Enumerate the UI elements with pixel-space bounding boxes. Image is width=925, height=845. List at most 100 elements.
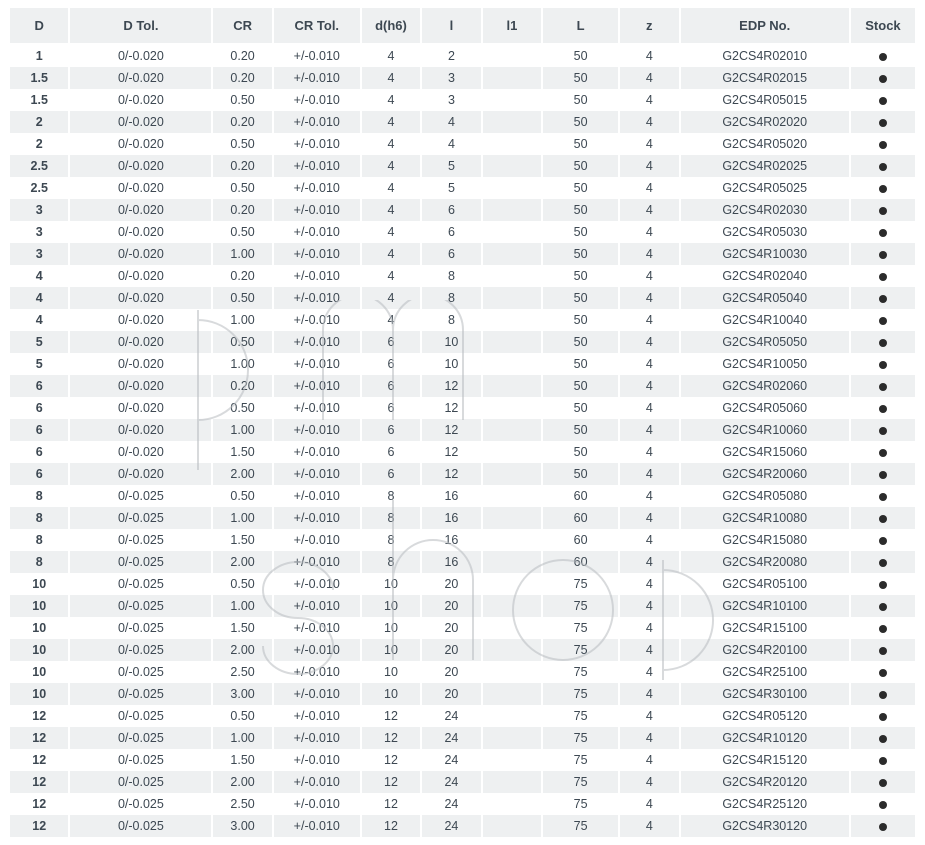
cell-CR: 0.50	[212, 331, 272, 353]
cell-CRTol: +/-0.010	[273, 67, 361, 89]
cell-CR: 1.50	[212, 749, 272, 771]
cell-EDP: G2CS4R10080	[680, 507, 850, 529]
cell-dh6: 8	[361, 551, 421, 573]
cell-dh6: 4	[361, 67, 421, 89]
cell-EDP: G2CS4R02040	[680, 265, 850, 287]
cell-l1	[482, 243, 542, 265]
cell-CRTol: +/-0.010	[273, 44, 361, 67]
cell-EDP: G2CS4R02030	[680, 199, 850, 221]
cell-D: 8	[9, 507, 69, 529]
cell-l1	[482, 265, 542, 287]
stock-dot-icon	[879, 669, 887, 677]
cell-l1	[482, 353, 542, 375]
cell-l1	[482, 551, 542, 573]
cell-CRTol: +/-0.010	[273, 463, 361, 485]
cell-L: 50	[542, 133, 619, 155]
cell-Stock	[850, 419, 916, 441]
cell-EDP: G2CS4R02025	[680, 155, 850, 177]
cell-L: 50	[542, 397, 619, 419]
cell-EDP: G2CS4R02060	[680, 375, 850, 397]
cell-z: 4	[619, 287, 679, 309]
cell-EDP: G2CS4R05060	[680, 397, 850, 419]
cell-D: 8	[9, 485, 69, 507]
table-row: 20/-0.0200.50+/-0.01044504G2CS4R05020	[9, 133, 916, 155]
cell-DTol: 0/-0.025	[69, 485, 212, 507]
cell-L: 50	[542, 463, 619, 485]
cell-L: 50	[542, 243, 619, 265]
cell-CRTol: +/-0.010	[273, 89, 361, 111]
cell-CR: 0.50	[212, 397, 272, 419]
cell-CR: 1.00	[212, 507, 272, 529]
cell-CRTol: +/-0.010	[273, 771, 361, 793]
cell-Stock	[850, 617, 916, 639]
col-header-DTol: D Tol.	[69, 8, 212, 44]
cell-dh6: 6	[361, 397, 421, 419]
cell-l: 4	[421, 111, 481, 133]
cell-CR: 0.50	[212, 485, 272, 507]
cell-EDP: G2CS4R10100	[680, 595, 850, 617]
cell-z: 4	[619, 199, 679, 221]
stock-dot-icon	[879, 163, 887, 171]
cell-EDP: G2CS4R05120	[680, 705, 850, 727]
cell-l1	[482, 375, 542, 397]
cell-L: 75	[542, 771, 619, 793]
cell-l1	[482, 199, 542, 221]
cell-EDP: G2CS4R02010	[680, 44, 850, 67]
cell-DTol: 0/-0.025	[69, 727, 212, 749]
cell-L: 50	[542, 441, 619, 463]
cell-CR: 1.00	[212, 595, 272, 617]
table-row: 60/-0.0201.00+/-0.010612504G2CS4R10060	[9, 419, 916, 441]
cell-D: 12	[9, 749, 69, 771]
cell-CRTol: +/-0.010	[273, 639, 361, 661]
cell-Stock	[850, 507, 916, 529]
cell-l: 20	[421, 683, 481, 705]
cell-Stock	[850, 287, 916, 309]
cell-z: 4	[619, 661, 679, 683]
cell-D: 10	[9, 639, 69, 661]
spec-table: D D Tol. CR CR Tol. d(h6) l l1 L z EDP N…	[8, 8, 917, 837]
cell-L: 75	[542, 727, 619, 749]
cell-L: 75	[542, 617, 619, 639]
cell-EDP: G2CS4R25120	[680, 793, 850, 815]
cell-CR: 1.00	[212, 727, 272, 749]
cell-z: 4	[619, 155, 679, 177]
cell-CRTol: +/-0.010	[273, 155, 361, 177]
cell-CRTol: +/-0.010	[273, 793, 361, 815]
stock-dot-icon	[879, 691, 887, 699]
cell-EDP: G2CS4R20120	[680, 771, 850, 793]
cell-l1	[482, 111, 542, 133]
cell-CR: 1.50	[212, 529, 272, 551]
table-row: 100/-0.0252.00+/-0.0101020754G2CS4R20100	[9, 639, 916, 661]
table-row: 1.50/-0.0200.50+/-0.01043504G2CS4R05015	[9, 89, 916, 111]
cell-D: 12	[9, 815, 69, 837]
cell-dh6: 6	[361, 375, 421, 397]
cell-l: 24	[421, 815, 481, 837]
cell-L: 50	[542, 331, 619, 353]
cell-l1	[482, 155, 542, 177]
table-row: 60/-0.0202.00+/-0.010612504G2CS4R20060	[9, 463, 916, 485]
stock-dot-icon	[879, 251, 887, 259]
cell-CRTol: +/-0.010	[273, 309, 361, 331]
table-row: 60/-0.0201.50+/-0.010612504G2CS4R15060	[9, 441, 916, 463]
cell-EDP: G2CS4R10050	[680, 353, 850, 375]
cell-EDP: G2CS4R20100	[680, 639, 850, 661]
table-row: 120/-0.0251.50+/-0.0101224754G2CS4R15120	[9, 749, 916, 771]
cell-l1	[482, 573, 542, 595]
table-row: 120/-0.0252.50+/-0.0101224754G2CS4R25120	[9, 793, 916, 815]
stock-dot-icon	[879, 801, 887, 809]
cell-l: 16	[421, 485, 481, 507]
cell-l: 6	[421, 199, 481, 221]
cell-l1	[482, 89, 542, 111]
cell-z: 4	[619, 551, 679, 573]
cell-DTol: 0/-0.025	[69, 551, 212, 573]
cell-Stock	[850, 639, 916, 661]
cell-D: 5	[9, 353, 69, 375]
cell-l1	[482, 309, 542, 331]
cell-L: 50	[542, 419, 619, 441]
cell-Stock	[850, 265, 916, 287]
cell-z: 4	[619, 727, 679, 749]
cell-EDP: G2CS4R02020	[680, 111, 850, 133]
cell-l: 4	[421, 133, 481, 155]
cell-DTol: 0/-0.025	[69, 683, 212, 705]
cell-CR: 1.00	[212, 419, 272, 441]
